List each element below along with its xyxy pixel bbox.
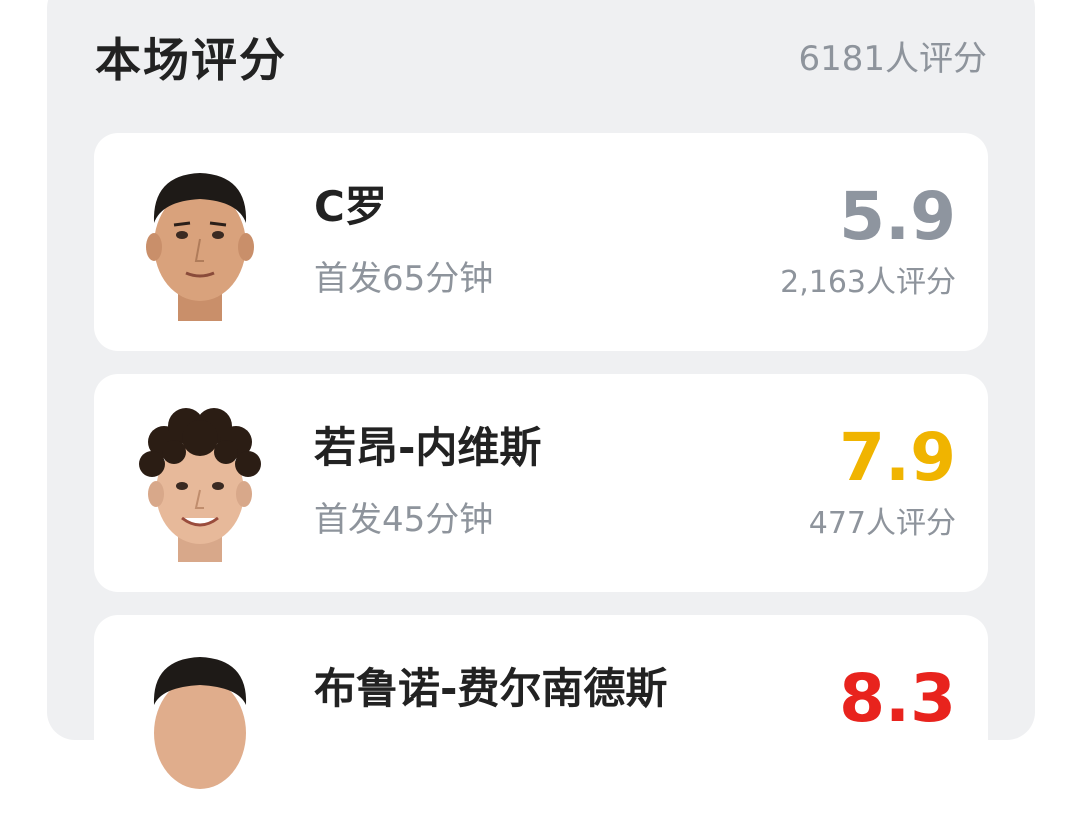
- player-raters-count: 477人评分: [808, 506, 956, 541]
- player-name: 布鲁诺-费尔南德斯: [314, 664, 668, 713]
- player-score: 5.9: [839, 178, 956, 255]
- player-photo-icon: [153, 657, 247, 789]
- player-card[interactable]: C罗 首发65分钟 5.9 2,163人评分: [94, 133, 988, 351]
- player-photo-icon: [146, 173, 254, 321]
- player-avatar: [134, 643, 266, 803]
- player-score: 8.3: [839, 660, 956, 737]
- player-name: C罗: [314, 182, 387, 231]
- player-card[interactable]: 若昂-内维斯 首发45分钟 7.9 477人评分: [94, 374, 988, 592]
- panel-title: 本场评分: [95, 33, 287, 87]
- player-playtime: 首发65分钟: [314, 259, 494, 299]
- player-avatar: [134, 402, 266, 562]
- player-card[interactable]: 布鲁诺-费尔南德斯 8.3: [94, 615, 988, 833]
- player-avatar: [134, 161, 266, 321]
- player-photo-icon: [139, 408, 261, 562]
- player-raters-count: 2,163人评分: [780, 265, 956, 300]
- player-score: 7.9: [839, 419, 956, 496]
- total-raters-count: 6181人评分: [798, 39, 987, 79]
- player-name: 若昂-内维斯: [314, 423, 542, 472]
- player-playtime: 首发45分钟: [314, 500, 494, 540]
